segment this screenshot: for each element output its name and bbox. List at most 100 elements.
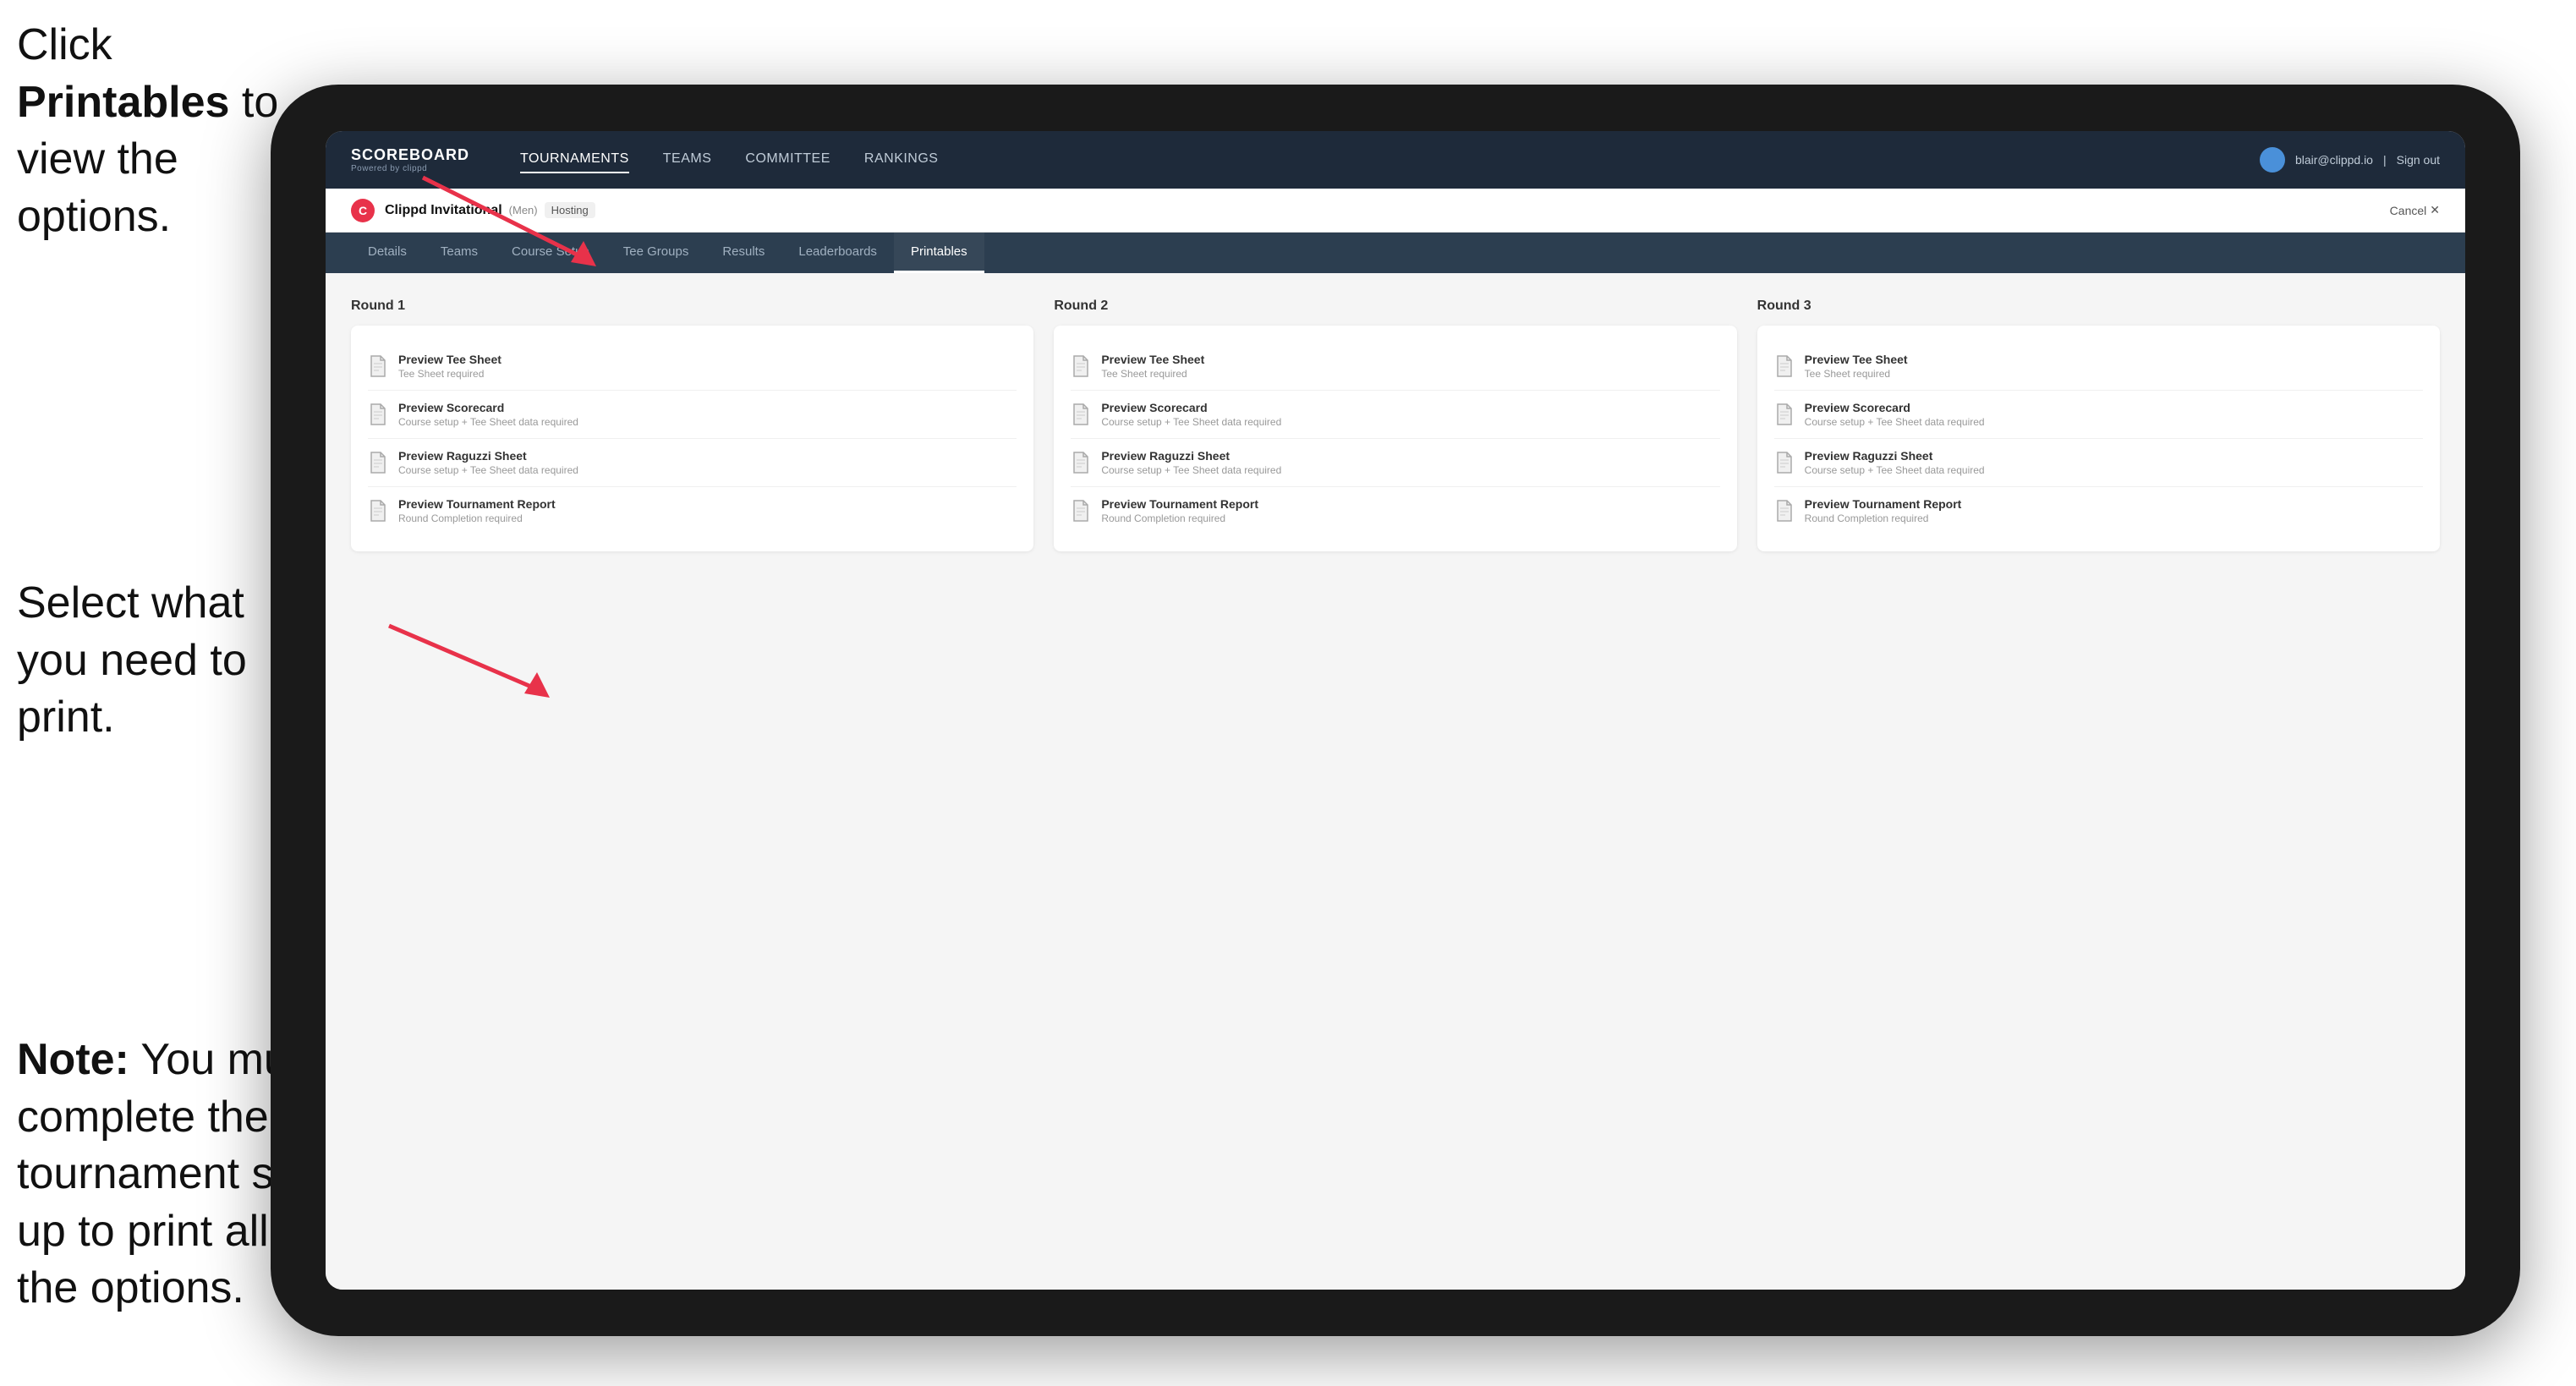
- print-item-3-3[interactable]: Preview Raguzzi SheetCourse setup + Tee …: [1774, 439, 2423, 487]
- item-title-1-1: Preview Tee Sheet: [398, 353, 501, 366]
- round-card-1: Preview Tee Sheet Tee Sheet required Prev…: [351, 326, 1033, 551]
- tab-details[interactable]: Details: [351, 233, 424, 273]
- print-item-1-2[interactable]: Preview Scorecard Course setup + Tee Shee…: [368, 391, 1017, 439]
- instruction-mid: Select what you need to print.: [17, 575, 304, 747]
- item-title-1-2: Preview Scorecard: [398, 401, 578, 414]
- user-avatar: [2260, 147, 2285, 173]
- print-item-3-1[interactable]: Preview Tee Sheet Tee Sheet required: [1774, 342, 2423, 391]
- item-title-3-2: Preview Scorecard: [1805, 401, 1985, 414]
- print-item-text-2-1: Preview Tee SheetTee Sheet required: [1101, 353, 1204, 380]
- item-title-2-3: Preview Raguzzi Sheet: [1101, 449, 1281, 463]
- instruction-top: Click Printables to view the options.: [17, 17, 288, 245]
- print-item-text-2-2: Preview Scorecard Course setup + Tee Shee…: [1101, 401, 1281, 428]
- item-sub-2-2: Course setup + Tee Sheet data required: [1101, 416, 1281, 428]
- tab-tee-groups[interactable]: Tee Groups: [606, 233, 706, 273]
- round-card-3: Preview Tee Sheet Tee Sheet required Prev…: [1757, 326, 2440, 551]
- brand-subtitle: Powered by clippd: [351, 164, 469, 173]
- document-icon: [368, 354, 388, 378]
- print-item-text-1-3: Preview Raguzzi SheetCourse setup + Tee …: [398, 449, 578, 476]
- rounds-grid: Round 1 Preview Tee Sheet Tee Sheet requi…: [351, 299, 2440, 551]
- cancel-icon: ✕: [2430, 203, 2440, 217]
- print-item-text-3-2: Preview Scorecard Course setup + Tee Shee…: [1805, 401, 1985, 428]
- round-title-1: Round 1: [351, 299, 1033, 314]
- item-title-3-4: Preview Tournament Report: [1805, 497, 1962, 511]
- item-sub-1-1: Tee Sheet required: [398, 368, 501, 380]
- brand-title: SCOREBOARD: [351, 146, 469, 164]
- tournament-bar: C Clippd Invitational (Men) Hosting Canc…: [326, 189, 2465, 233]
- print-item-2-2[interactable]: Preview Scorecard Course setup + Tee Shee…: [1071, 391, 1719, 439]
- print-item-2-3[interactable]: Preview Raguzzi SheetCourse setup + Tee …: [1071, 439, 1719, 487]
- print-item-3-2[interactable]: Preview Scorecard Course setup + Tee Shee…: [1774, 391, 2423, 439]
- note-bold: Note:: [17, 1035, 129, 1084]
- tablet-frame: SCOREBOARD Powered by clippd TOURNAMENTS…: [271, 85, 2520, 1336]
- sign-out-link[interactable]: Sign out: [2397, 153, 2440, 167]
- print-item-1-1[interactable]: Preview Tee Sheet Tee Sheet required: [368, 342, 1017, 391]
- tab-teams[interactable]: Teams: [424, 233, 495, 273]
- document-icon: [368, 451, 388, 474]
- brand: SCOREBOARD Powered by clippd: [351, 146, 469, 173]
- print-item-3-4[interactable]: Preview Tournament ReportRound Completio…: [1774, 487, 2423, 534]
- round-col-2: Round 2 Preview Tee SheetTee Sheet requi…: [1054, 299, 1736, 551]
- item-sub-3-1: Tee Sheet required: [1805, 368, 1908, 380]
- item-sub-1-2: Course setup + Tee Sheet data required: [398, 416, 578, 428]
- item-sub-3-4: Round Completion required: [1805, 512, 1962, 524]
- print-item-2-4[interactable]: Preview Tournament ReportRound Completio…: [1071, 487, 1719, 534]
- round-title-3: Round 3: [1757, 299, 2440, 314]
- nav-separator: |: [2383, 153, 2387, 167]
- cancel-label: Cancel: [2390, 204, 2427, 217]
- tab-results[interactable]: Results: [705, 233, 781, 273]
- nav-committee[interactable]: COMMITTEE: [745, 146, 830, 173]
- round-col-1: Round 1 Preview Tee Sheet Tee Sheet requi…: [351, 299, 1033, 551]
- print-item-text-1-2: Preview Scorecard Course setup + Tee Shee…: [398, 401, 578, 428]
- printables-bold: Printables: [17, 78, 229, 127]
- item-title-2-2: Preview Scorecard: [1101, 401, 1281, 414]
- item-title-1-4: Preview Tournament Report: [398, 497, 556, 511]
- item-sub-2-4: Round Completion required: [1101, 512, 1258, 524]
- item-title-3-1: Preview Tee Sheet: [1805, 353, 1908, 366]
- user-email: blair@clippd.io: [2295, 153, 2373, 167]
- round-card-2: Preview Tee SheetTee Sheet required Prev…: [1054, 326, 1736, 551]
- document-icon: [1071, 451, 1091, 474]
- item-title-1-3: Preview Raguzzi Sheet: [398, 449, 578, 463]
- sub-tabs: Details Teams Course Setup Tee Groups Re…: [326, 233, 2465, 273]
- item-sub-1-3: Course setup + Tee Sheet data required: [398, 464, 578, 476]
- item-sub-3-3: Course setup + Tee Sheet data required: [1805, 464, 1985, 476]
- print-item-text-2-3: Preview Raguzzi SheetCourse setup + Tee …: [1101, 449, 1281, 476]
- print-item-text-1-4: Preview Tournament ReportRound Completio…: [398, 497, 556, 524]
- print-item-text-3-3: Preview Raguzzi SheetCourse setup + Tee …: [1805, 449, 1985, 476]
- print-item-text-3-4: Preview Tournament ReportRound Completio…: [1805, 497, 1962, 524]
- document-icon: [1774, 403, 1795, 426]
- tab-leaderboards[interactable]: Leaderboards: [781, 233, 894, 273]
- document-icon: [1071, 403, 1091, 426]
- main-content: Round 1 Preview Tee Sheet Tee Sheet requi…: [326, 273, 2465, 1290]
- round-title-2: Round 2: [1054, 299, 1736, 314]
- item-sub-1-4: Round Completion required: [398, 512, 556, 524]
- nav-tournaments[interactable]: TOURNAMENTS: [520, 146, 629, 173]
- item-sub-3-2: Course setup + Tee Sheet data required: [1805, 416, 1985, 428]
- tournament-logo: C: [351, 199, 375, 222]
- document-icon: [1071, 354, 1091, 378]
- document-icon: [368, 499, 388, 523]
- print-item-text-1-1: Preview Tee Sheet Tee Sheet required: [398, 353, 501, 380]
- nav-rankings[interactable]: RANKINGS: [864, 146, 939, 173]
- document-icon: [1774, 451, 1795, 474]
- print-item-text-2-4: Preview Tournament ReportRound Completio…: [1101, 497, 1258, 524]
- cancel-button[interactable]: Cancel ✕: [2390, 203, 2440, 217]
- item-title-3-3: Preview Raguzzi Sheet: [1805, 449, 1985, 463]
- print-item-2-1[interactable]: Preview Tee SheetTee Sheet required: [1071, 342, 1719, 391]
- tab-course-setup[interactable]: Course Setup: [495, 233, 606, 273]
- tab-printables[interactable]: Printables: [894, 233, 984, 273]
- document-icon: [1071, 499, 1091, 523]
- document-icon: [1774, 499, 1795, 523]
- print-item-1-4[interactable]: Preview Tournament ReportRound Completio…: [368, 487, 1017, 534]
- user-info: blair@clippd.io | Sign out: [2260, 147, 2440, 173]
- hosting-badge: Hosting: [545, 202, 595, 218]
- item-title-2-4: Preview Tournament Report: [1101, 497, 1258, 511]
- document-icon: [1774, 354, 1795, 378]
- document-icon: [368, 403, 388, 426]
- print-item-1-3[interactable]: Preview Raguzzi SheetCourse setup + Tee …: [368, 439, 1017, 487]
- item-title-2-1: Preview Tee Sheet: [1101, 353, 1204, 366]
- tournament-name: Clippd Invitational: [385, 203, 502, 218]
- app-navbar: SCOREBOARD Powered by clippd TOURNAMENTS…: [326, 131, 2465, 189]
- nav-teams[interactable]: TEAMS: [663, 146, 712, 173]
